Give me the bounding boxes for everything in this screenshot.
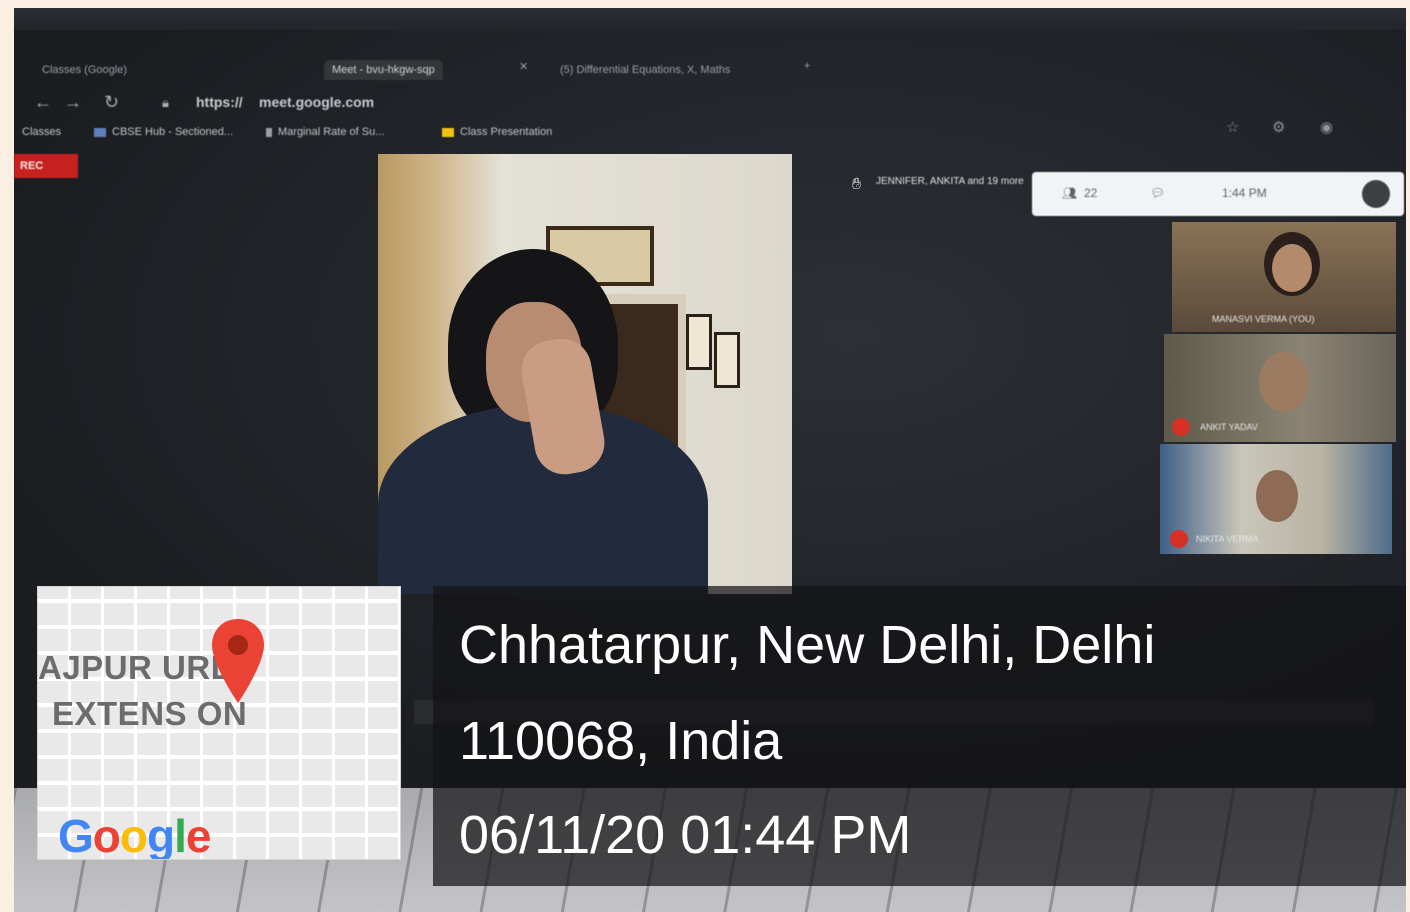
mic-off-icon xyxy=(1170,530,1188,548)
participant-name: ANKIT YADAV xyxy=(1200,422,1258,432)
wall-frame xyxy=(686,314,712,370)
tab-label: Classes (Google) xyxy=(42,64,127,76)
address-bar-row: ← → ↻ 🔒︎ https:// meet.google.com xyxy=(14,86,1406,118)
reload-icon[interactable]: ↻ xyxy=(104,92,119,113)
bookmark-label: CBSE Hub - Sectioned... xyxy=(112,126,234,138)
address-line-1: Chhatarpur, New Delhi, Delhi xyxy=(459,615,1156,675)
tab-close-icon[interactable]: ✕ xyxy=(519,60,528,73)
tab-label: Meet - bvu-hkgw-sqp xyxy=(332,64,435,76)
folder-icon xyxy=(442,127,454,137)
people-icon[interactable]: 👥︎ xyxy=(1062,186,1077,200)
tab-classes[interactable]: Classes (Google) xyxy=(34,60,135,80)
chat-icon[interactable]: 💬︎ xyxy=(1150,186,1165,200)
tab-math-video[interactable]: (5) Differential Equations, X, Maths xyxy=(552,60,738,80)
hand-raise-icon: ✋︎ xyxy=(852,176,862,193)
participant-name: MANASVI VERMA (YOU) xyxy=(1212,314,1315,324)
presenter-video[interactable] xyxy=(378,154,792,594)
browser-tab-bar: Classes (Google) Meet - bvu-hkgw-sqp ✕ (… xyxy=(14,54,1406,84)
participant-tile[interactable]: ANKIT YADAV xyxy=(1164,334,1396,442)
tab-label: (5) Differential Equations, X, Maths xyxy=(560,64,731,76)
new-tab-icon[interactable]: + xyxy=(804,60,810,72)
forward-arrow-icon[interactable]: → xyxy=(64,92,82,113)
bookmark-label: Class Presentation xyxy=(460,126,553,138)
geotag-info-panel: Chhatarpur, New Delhi, Delhi 110068, Ind… xyxy=(433,586,1406,886)
bookmark-icon xyxy=(266,127,272,137)
map-area-label: AJPUR URD xyxy=(38,649,236,686)
mic-off-icon xyxy=(1172,418,1190,436)
bookmark-item[interactable]: Marginal Rate of Su... xyxy=(266,126,384,138)
bookmark-item[interactable]: Class Presentation xyxy=(442,126,552,138)
address-line-2: 110068, India xyxy=(459,711,783,771)
avatar[interactable] xyxy=(1362,180,1390,208)
map-pin-icon xyxy=(212,619,264,703)
wall-frame xyxy=(714,332,740,388)
url-scheme[interactable]: https:// xyxy=(196,94,243,110)
extension-icon[interactable]: ⚙ xyxy=(1272,118,1285,136)
bookmark-item[interactable]: CBSE Hub - Sectioned... xyxy=(94,126,233,138)
recording-badge: REC xyxy=(14,154,78,178)
location-map-thumbnail: AJPUR URD EXTENS ON Google xyxy=(37,586,401,860)
meet-top-bar: 👥︎ 22 💬︎ 1:44 PM xyxy=(1032,172,1404,216)
participant-face xyxy=(1272,244,1312,292)
bookmark-star-icon[interactable]: ☆ xyxy=(1226,118,1239,136)
rec-label: REC xyxy=(20,160,44,172)
lock-icon: 🔒︎ xyxy=(162,95,169,110)
participant-face xyxy=(1256,470,1298,522)
bookmark-icon xyxy=(94,127,106,137)
bookmark-item[interactable]: Classes xyxy=(22,126,61,138)
tab-meet[interactable]: Meet - bvu-hkgw-sqp xyxy=(324,60,443,80)
url-host[interactable]: meet.google.com xyxy=(259,94,374,110)
participant-tile[interactable]: NIKITA VERMA xyxy=(1160,444,1392,554)
bookmark-label: Marginal Rate of Su... xyxy=(278,126,385,138)
google-logo: Google xyxy=(58,810,211,860)
back-arrow-icon[interactable]: ← xyxy=(34,92,52,113)
participant-tile[interactable]: MANASVI VERMA (YOU) xyxy=(1172,222,1396,332)
profile-icon[interactable]: ◉ xyxy=(1320,118,1333,136)
join-notification: JENNIFER, ANKITA and 19 more xyxy=(876,176,1024,187)
timestamp: 06/11/20 01:44 PM xyxy=(459,805,912,865)
participant-face xyxy=(1259,352,1309,412)
participant-name: NIKITA VERMA xyxy=(1196,534,1259,544)
participant-count: 22 xyxy=(1084,186,1098,200)
bookmarks-bar: Classes CBSE Hub - Sectioned... Marginal… xyxy=(14,120,1406,146)
meeting-clock: 1:44 PM xyxy=(1222,186,1267,200)
